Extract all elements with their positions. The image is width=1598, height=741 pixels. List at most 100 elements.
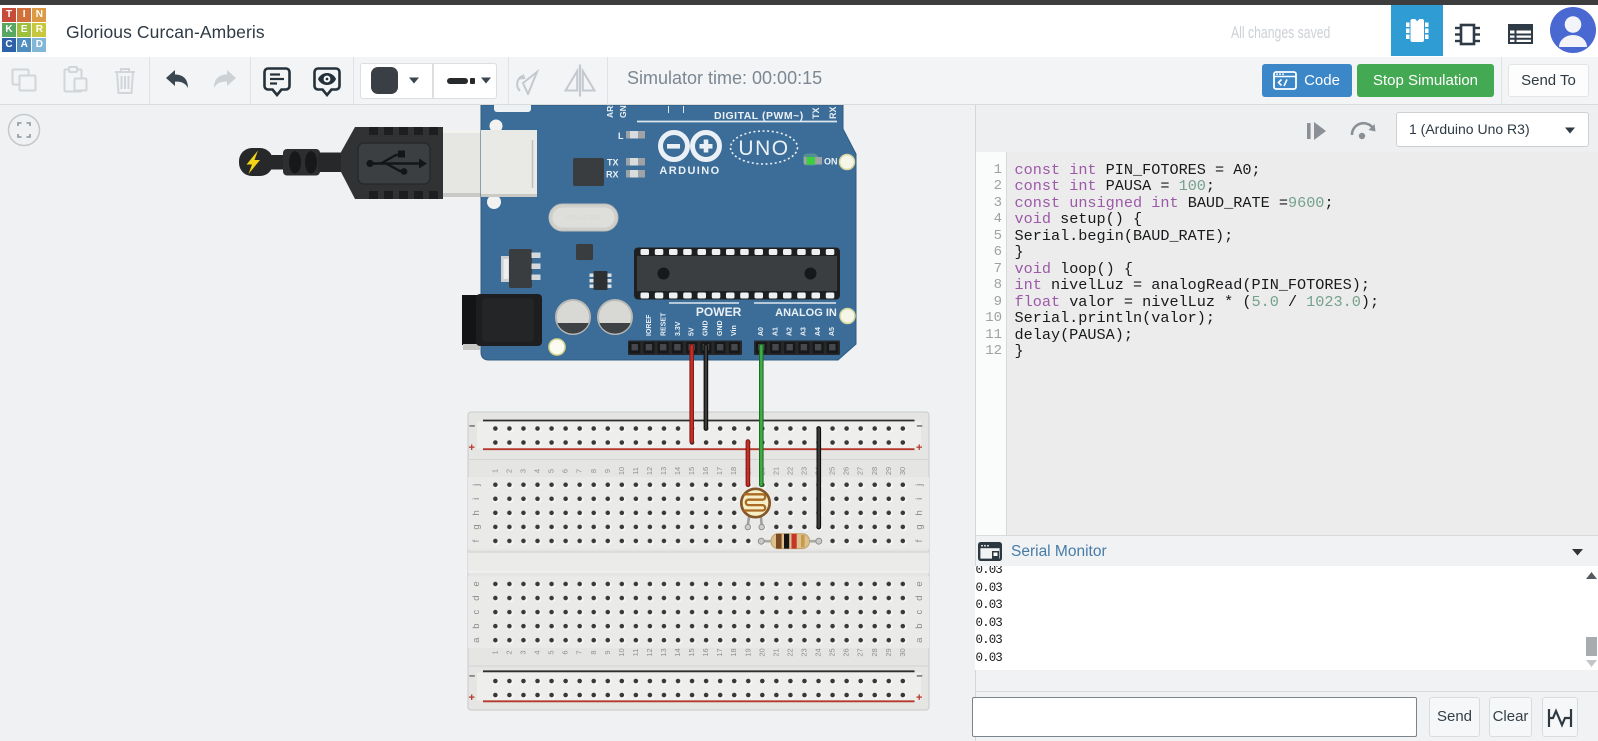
svg-text:28: 28	[870, 648, 879, 656]
svg-text:17: 17	[715, 648, 724, 656]
svg-text:27: 27	[856, 648, 865, 656]
svg-text:5: 5	[547, 650, 556, 654]
svg-text:GND: GND	[703, 320, 710, 336]
svg-text:IOREF: IOREF	[646, 314, 653, 336]
svg-text:A0: A0	[758, 327, 765, 336]
svg-text:22: 22	[785, 467, 794, 475]
svg-text:UNO: UNO	[738, 137, 789, 160]
svg-text:2: 2	[504, 650, 513, 654]
svg-text:11: 11	[631, 467, 640, 475]
svg-text:1: 1	[490, 650, 499, 654]
svg-text:b: b	[914, 624, 925, 629]
svg-text:19: 19	[743, 648, 752, 656]
svg-text:12: 12	[645, 467, 654, 475]
svg-text:13: 13	[659, 648, 668, 656]
svg-text:18: 18	[729, 648, 738, 656]
svg-text:25: 25	[828, 467, 837, 475]
svg-text:10: 10	[617, 648, 626, 656]
svg-text:f: f	[471, 539, 482, 542]
svg-text:e: e	[471, 581, 482, 586]
svg-text:16: 16	[701, 648, 710, 656]
svg-text:8: 8	[589, 650, 598, 654]
svg-text:30: 30	[898, 467, 907, 475]
svg-text:29: 29	[884, 467, 893, 475]
svg-text:11: 11	[631, 649, 640, 657]
svg-text:2: 2	[504, 469, 513, 473]
svg-text:Vin: Vin	[731, 325, 738, 336]
svg-text:23: 23	[799, 467, 808, 475]
svg-text:21: 21	[771, 467, 780, 475]
svg-text:h: h	[914, 510, 925, 515]
svg-text:POWER: POWER	[696, 305, 742, 319]
svg-text:ANALOG IN: ANALOG IN	[775, 307, 837, 319]
svg-text:DIGITAL (PWM~): DIGITAL (PWM~)	[714, 110, 804, 122]
svg-text:16: 16	[701, 467, 710, 475]
svg-text:5: 5	[547, 469, 556, 473]
svg-text:A3: A3	[801, 327, 808, 336]
svg-text:6: 6	[561, 469, 570, 473]
svg-text:20: 20	[757, 648, 766, 656]
svg-text:c: c	[471, 609, 482, 614]
svg-text:3: 3	[518, 650, 527, 654]
svg-text:13: 13	[659, 467, 668, 475]
svg-text:4: 4	[532, 650, 541, 654]
svg-text:26: 26	[842, 467, 851, 475]
svg-text:28: 28	[870, 467, 879, 475]
svg-text:L: L	[618, 131, 624, 141]
svg-text:9: 9	[603, 469, 612, 473]
svg-text:j: j	[471, 484, 482, 487]
svg-text:RESET: RESET	[660, 312, 667, 336]
svg-text:–: –	[469, 420, 475, 432]
svg-text:–: –	[469, 670, 475, 682]
svg-text:21: 21	[771, 648, 780, 656]
svg-text:a: a	[914, 637, 925, 643]
svg-text:22: 22	[785, 648, 794, 656]
svg-text:23: 23	[799, 648, 808, 656]
svg-text:c: c	[914, 609, 925, 614]
svg-text:5V: 5V	[689, 327, 696, 336]
svg-text:10: 10	[617, 467, 626, 475]
svg-text:TX: TX	[811, 107, 821, 119]
svg-text:18: 18	[729, 467, 738, 475]
svg-text:15: 15	[687, 648, 696, 656]
svg-text:A2: A2	[787, 327, 794, 336]
svg-text:+: +	[469, 692, 475, 704]
svg-text:d: d	[914, 595, 925, 600]
svg-text:26: 26	[842, 648, 851, 656]
svg-text:A5: A5	[829, 327, 836, 336]
svg-text:ARDUINO: ARDUINO	[659, 165, 720, 177]
svg-text:f: f	[914, 539, 925, 542]
svg-text:AREF: AREF	[605, 105, 615, 118]
svg-text:15: 15	[687, 467, 696, 475]
svg-text:e: e	[914, 581, 925, 586]
svg-text:14: 14	[673, 467, 682, 475]
svg-text:b: b	[471, 624, 482, 629]
svg-text:TX: TX	[607, 158, 619, 168]
svg-text:g: g	[471, 524, 482, 529]
svg-text:27: 27	[856, 467, 865, 475]
svg-text:1: 1	[490, 469, 499, 473]
svg-text:a: a	[471, 637, 482, 643]
svg-text:h: h	[471, 510, 482, 515]
svg-text:4: 4	[532, 469, 541, 473]
svg-text:8: 8	[589, 469, 598, 473]
svg-text:d: d	[471, 595, 482, 600]
svg-text:14: 14	[673, 648, 682, 656]
svg-text:–: –	[917, 420, 923, 432]
svg-text:A4: A4	[815, 327, 822, 336]
svg-text:A1: A1	[772, 327, 779, 336]
svg-text:RX: RX	[606, 170, 619, 180]
svg-text:3: 3	[518, 469, 527, 473]
svg-text:i: i	[914, 498, 925, 500]
svg-text:j: j	[914, 484, 925, 487]
svg-text:+: +	[469, 442, 475, 454]
svg-text:9: 9	[603, 650, 612, 654]
svg-text:+: +	[916, 692, 922, 704]
svg-text:GND: GND	[717, 320, 724, 336]
svg-text:+: +	[916, 442, 922, 454]
svg-text:–: –	[917, 670, 923, 682]
svg-text:6: 6	[561, 650, 570, 654]
svg-text:7: 7	[575, 469, 584, 473]
svg-text:i: i	[471, 498, 482, 500]
svg-text:GND: GND	[618, 105, 628, 118]
